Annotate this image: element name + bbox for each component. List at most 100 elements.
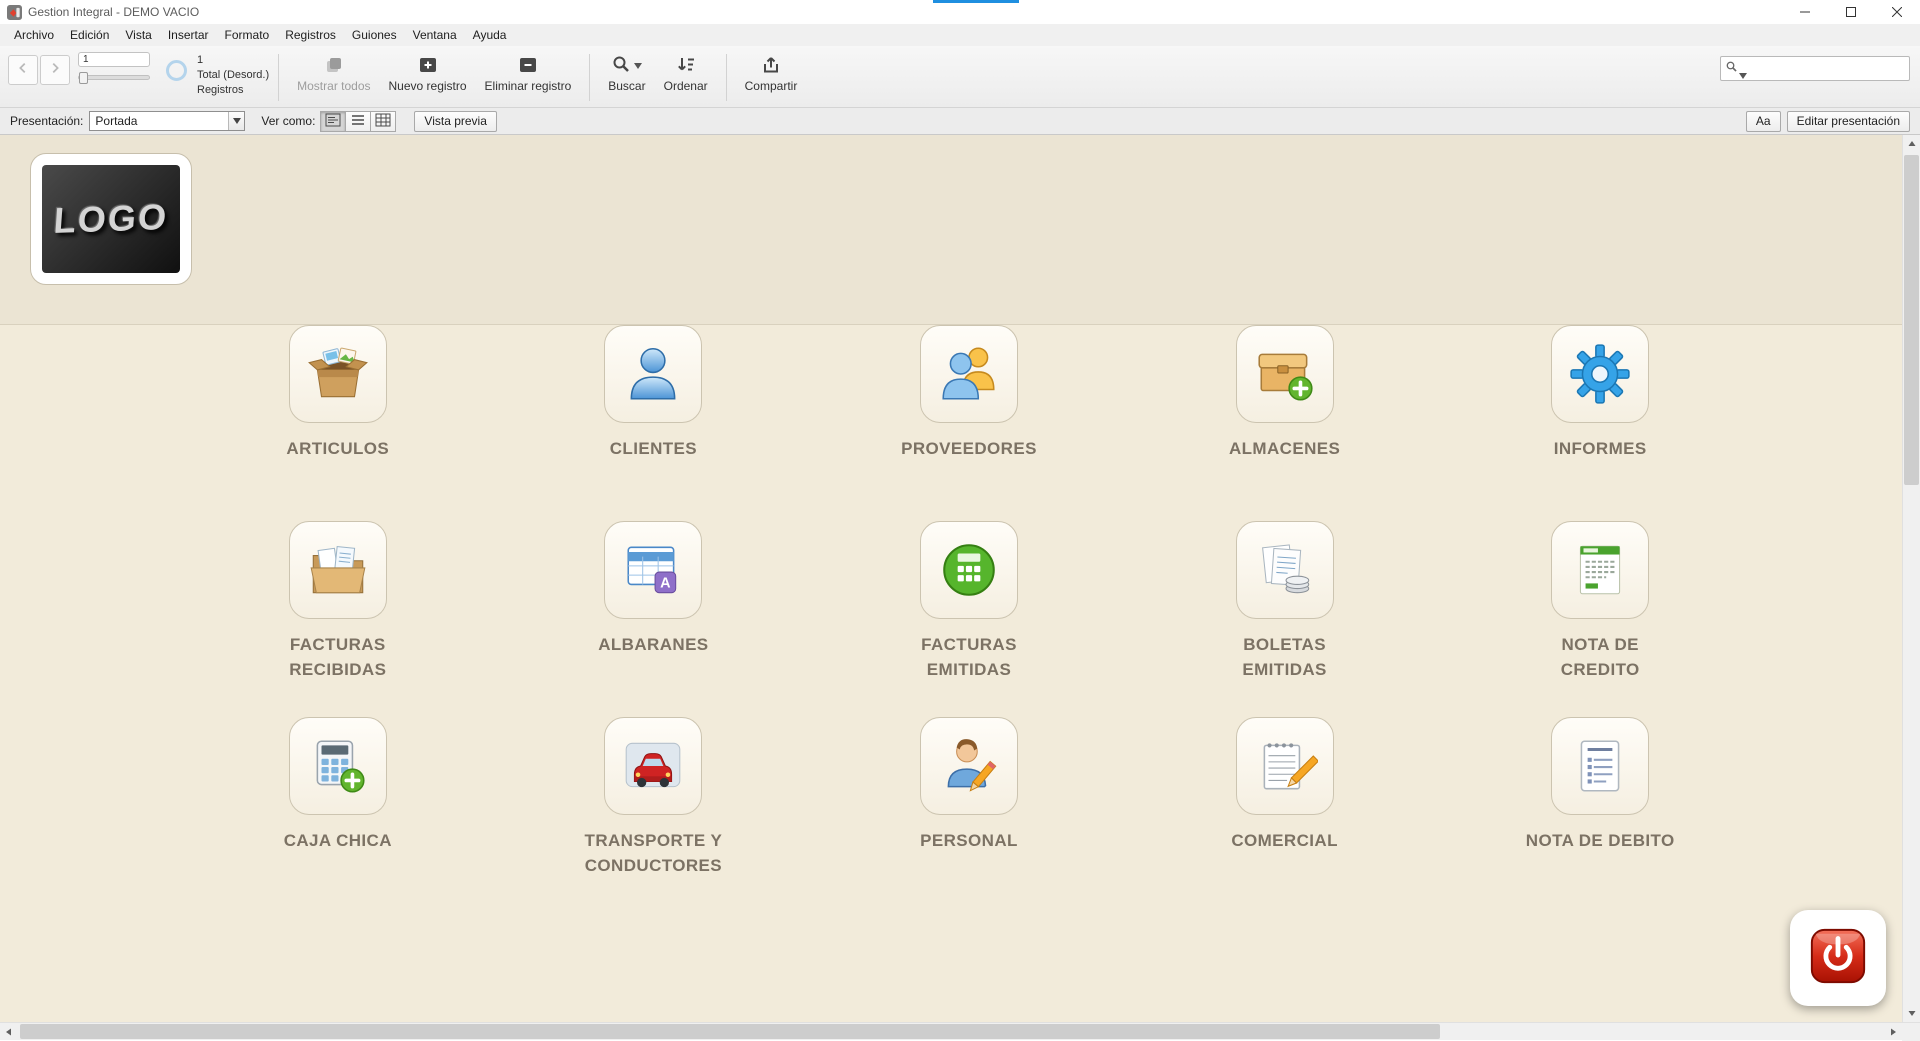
- presentation-dropdown[interactable]: Portada: [89, 111, 245, 131]
- close-button[interactable]: [1874, 0, 1920, 24]
- edit-layout-button[interactable]: Editar presentación: [1787, 111, 1910, 132]
- tile-personal[interactable]: PERSONAL: [811, 717, 1127, 913]
- table-view-button[interactable]: [370, 111, 396, 132]
- tile-caja-chica[interactable]: CAJA CHICA: [180, 717, 496, 913]
- header-strip: [0, 135, 1902, 325]
- form-view-button[interactable]: [320, 111, 346, 132]
- articulos-icon: [289, 325, 387, 423]
- horizontal-scroll-thumb[interactable]: [20, 1024, 1440, 1039]
- tile-label: TRANSPORTE Y CONDUCTORES: [576, 829, 731, 878]
- previous-record-button[interactable]: [8, 55, 38, 85]
- separator: [726, 54, 727, 101]
- tile-almacenes[interactable]: ALMACENES: [1127, 325, 1443, 521]
- maximize-button[interactable]: [1828, 0, 1874, 24]
- proveedores-icon: [920, 325, 1018, 423]
- tile-nota-de-credito[interactable]: NOTA DE CREDITO: [1442, 521, 1758, 717]
- logo-card: LOGO: [30, 153, 192, 285]
- boletas-emitidas-icon: [1236, 521, 1334, 619]
- vertical-scroll-thumb[interactable]: [1904, 155, 1919, 485]
- title-bar: Gestion Integral - DEMO VACIO: [0, 0, 1920, 24]
- tile-label: FACTURAS EMITIDAS: [891, 633, 1046, 682]
- quick-search-box[interactable]: [1720, 56, 1910, 81]
- chevron-right-icon: [48, 61, 62, 80]
- formatting-button[interactable]: Aa: [1746, 111, 1781, 132]
- tiles-grid: ARTICULOSCLIENTES PROVEEDORES ALMACENESINF…: [180, 325, 1758, 913]
- vertical-scroll-track[interactable]: [1903, 153, 1920, 1004]
- view-mode-group: [321, 111, 396, 132]
- menu-item-insertar[interactable]: Insertar: [160, 25, 217, 45]
- stack-icon: [324, 53, 344, 77]
- search-icon: [1725, 60, 1738, 78]
- nota-credito-icon: [1551, 521, 1649, 619]
- record-info: 1 Total (Desord.) Registros: [197, 53, 269, 105]
- transporte-icon: [604, 717, 702, 815]
- informes-icon: [1551, 325, 1649, 423]
- separator: [589, 54, 590, 101]
- scroll-down-icon[interactable]: [1903, 1004, 1920, 1022]
- tile-label: PROVEEDORES: [901, 437, 1037, 462]
- tile-label: BOLETAS EMITIDAS: [1207, 633, 1362, 682]
- new-record-button[interactable]: Nuevo registro: [380, 50, 476, 105]
- tile-clientes[interactable]: CLIENTES: [496, 325, 812, 521]
- quick-search-input[interactable]: [1750, 59, 1905, 79]
- presentation-label: Presentación:: [10, 114, 83, 128]
- scroll-up-icon[interactable]: [1903, 135, 1920, 153]
- find-button[interactable]: Buscar: [599, 50, 654, 105]
- chevron-down-icon[interactable]: [1739, 66, 1746, 71]
- horizontal-scrollbar[interactable]: [0, 1022, 1920, 1040]
- tile-label: ALBARANES: [598, 633, 708, 658]
- vertical-scrollbar[interactable]: [1902, 135, 1920, 1022]
- new-record-icon: [418, 53, 438, 77]
- tile-facturas-recibidas[interactable]: FACTURAS RECIBIDAS: [180, 521, 496, 717]
- tile-transporte-y-conductores[interactable]: TRANSPORTE Y CONDUCTORES: [496, 717, 812, 913]
- menu-item-archivo[interactable]: Archivo: [6, 25, 62, 45]
- record-slider[interactable]: [78, 75, 150, 80]
- menu-item-edicion[interactable]: Edición: [62, 25, 117, 45]
- tile-boletas-emitidas[interactable]: BOLETAS EMITIDAS: [1127, 521, 1443, 717]
- chevron-down-icon: [228, 112, 244, 130]
- tile-albaranes[interactable]: AALBARANES: [496, 521, 812, 717]
- list-view-icon: [350, 113, 366, 130]
- chevron-left-icon: [16, 61, 30, 80]
- logo-text: LOGO: [52, 196, 169, 242]
- tile-facturas-emitidas[interactable]: FACTURAS EMITIDAS: [811, 521, 1127, 717]
- tile-comercial[interactable]: COMERCIAL: [1127, 717, 1443, 913]
- delete-record-button[interactable]: Eliminar registro: [476, 50, 581, 105]
- clientes-icon: [604, 325, 702, 423]
- tile-nota-de-debito[interactable]: NOTA DE DEBITO: [1442, 717, 1758, 913]
- sort-button[interactable]: Ordenar: [655, 50, 717, 105]
- menu-item-formato[interactable]: Formato: [217, 25, 278, 45]
- tile-articulos[interactable]: ARTICULOS: [180, 325, 496, 521]
- menu-item-ayuda[interactable]: Ayuda: [465, 25, 515, 45]
- tile-informes[interactable]: INFORMES: [1442, 325, 1758, 521]
- next-record-button[interactable]: [40, 55, 70, 85]
- menu-item-registros[interactable]: Registros: [277, 25, 344, 45]
- list-view-button[interactable]: [345, 111, 371, 132]
- tile-label: PERSONAL: [920, 829, 1018, 854]
- share-button[interactable]: Compartir: [736, 50, 807, 105]
- record-number-box[interactable]: 1: [78, 52, 150, 67]
- tile-proveedores[interactable]: PROVEEDORES: [811, 325, 1127, 521]
- toolbar: 1 1 Total (Desord.) Registros Mostrar to…: [0, 46, 1920, 108]
- scroll-left-icon[interactable]: [0, 1023, 18, 1041]
- preview-button[interactable]: Vista previa: [414, 111, 496, 132]
- total-label: Total (Desord.): [197, 68, 269, 83]
- sort-icon: [676, 53, 696, 77]
- presentation-value: Portada: [90, 114, 228, 128]
- horizontal-scroll-track[interactable]: [18, 1023, 1884, 1040]
- minimize-button[interactable]: [1782, 0, 1828, 24]
- facturas-recibidas-icon: [289, 521, 387, 619]
- menu-item-guiones[interactable]: Guiones: [344, 25, 405, 45]
- scroll-right-icon[interactable]: [1884, 1023, 1902, 1041]
- chevron-down-icon[interactable]: [634, 58, 642, 72]
- caja-chica-icon: [289, 717, 387, 815]
- app-icon: [7, 5, 22, 20]
- show-all-button[interactable]: Mostrar todos: [288, 50, 379, 105]
- exit-button[interactable]: [1790, 910, 1886, 1006]
- tile-label: NOTA DE CREDITO: [1523, 633, 1678, 682]
- tile-label: NOTA DE DEBITO: [1526, 829, 1675, 854]
- power-icon: [1807, 925, 1869, 992]
- record-slider-thumb[interactable]: [79, 72, 88, 84]
- menu-item-vista[interactable]: Vista: [117, 25, 159, 45]
- menu-item-ventana[interactable]: Ventana: [405, 25, 465, 45]
